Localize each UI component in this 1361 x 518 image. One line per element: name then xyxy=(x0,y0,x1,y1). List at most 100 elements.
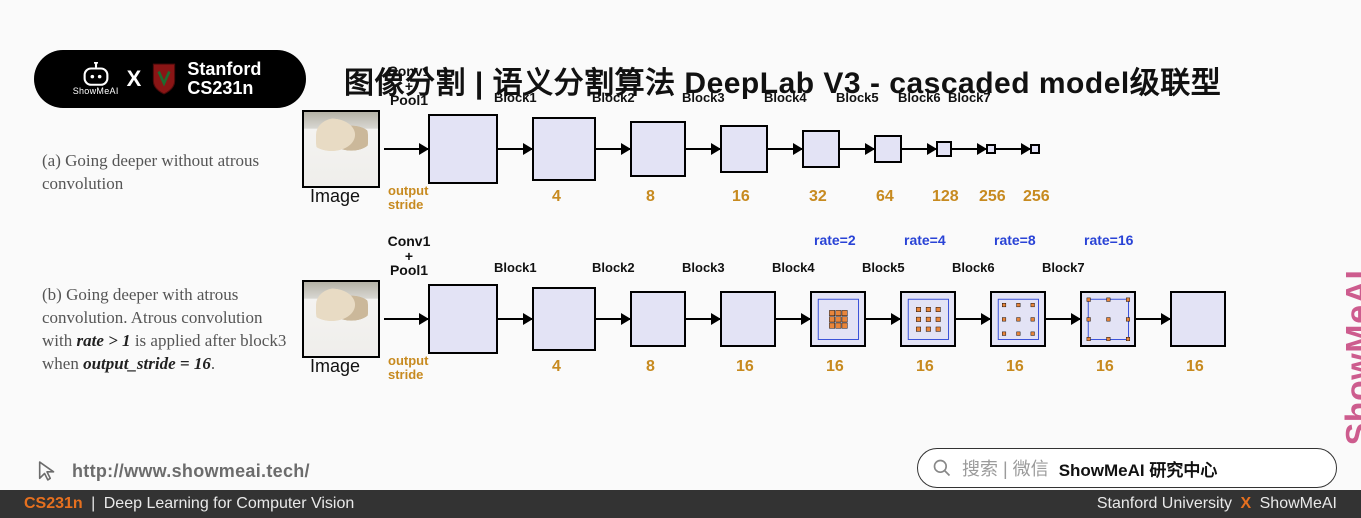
arrow-label-block5: Block5 xyxy=(862,260,905,275)
search-hint: 搜索 | 微信 xyxy=(962,455,1049,481)
output-stride-value: 16 xyxy=(1186,358,1204,376)
arrow xyxy=(952,148,986,150)
output-stride-value: 32 xyxy=(809,188,827,206)
feature-box-7 xyxy=(986,144,996,154)
arrow-label-block1: Block1 xyxy=(494,90,537,105)
feature-box-6 xyxy=(990,291,1046,347)
feature-box-1 xyxy=(532,117,596,181)
arrow-label-block5: Block5 xyxy=(836,90,879,105)
footer-course: CS231n xyxy=(24,495,83,512)
rate-label: rate=4 xyxy=(904,232,946,248)
footer-brand: ShowMeAI xyxy=(1260,495,1337,512)
input-image-label: Image xyxy=(310,186,360,207)
arrow xyxy=(384,318,428,320)
footer-university: Stanford University xyxy=(1097,495,1232,512)
feature-box-2 xyxy=(630,121,686,177)
atrous-grid-icon xyxy=(902,293,954,345)
feature-box-4 xyxy=(802,130,840,168)
arrow xyxy=(596,148,630,150)
caption-b-prefix: (b) xyxy=(42,285,62,304)
site-url[interactable]: http://www.showmeai.tech/ xyxy=(72,461,310,482)
output-stride-label: outputstride xyxy=(388,184,428,211)
wechat-search-pill[interactable]: 搜索 | 微信 ShowMeAI 研究中心 xyxy=(917,448,1337,488)
footer-left: CS231n | Deep Learning for Computer Visi… xyxy=(24,495,354,513)
feature-box-4 xyxy=(810,291,866,347)
feature-box-8 xyxy=(1030,144,1040,154)
output-stride-value: 256 xyxy=(1023,188,1050,206)
output-stride-value: 4 xyxy=(552,358,561,376)
footer-bar: CS231n | Deep Learning for Computer Visi… xyxy=(0,490,1361,518)
stanford-shield-icon xyxy=(151,62,177,96)
arrow xyxy=(596,318,630,320)
arrow xyxy=(866,318,900,320)
output-stride-value: 8 xyxy=(646,358,655,376)
feature-box-2 xyxy=(630,291,686,347)
output-stride-value: 16 xyxy=(1006,358,1024,376)
rate-label: rate=16 xyxy=(1084,232,1133,248)
output-stride-value: 8 xyxy=(646,188,655,206)
arrow xyxy=(840,148,874,150)
arrow xyxy=(498,318,532,320)
input-image xyxy=(302,280,380,358)
arrow xyxy=(956,318,990,320)
arrow xyxy=(776,318,810,320)
rate-label: rate=8 xyxy=(994,232,1036,248)
rate-label: rate=2 xyxy=(814,232,856,248)
arrow xyxy=(686,148,720,150)
caption-a: (a) Going deeper without atrous convolut… xyxy=(42,150,287,196)
output-stride-value: 64 xyxy=(876,188,894,206)
badge-times: X xyxy=(127,66,142,92)
caption-b-body-3: . xyxy=(211,354,215,373)
caption-a-prefix: (a) xyxy=(42,151,61,170)
arrow xyxy=(902,148,936,150)
footer-right: Stanford University X ShowMeAI xyxy=(1097,495,1337,513)
arrow xyxy=(768,148,802,150)
showmeai-logo-icon: ShowMeAI xyxy=(79,62,113,96)
output-stride-value: 256 xyxy=(979,188,1006,206)
diagram-row-a: ImageConv1+Pool1Block1Block2Block3Block4… xyxy=(302,110,1331,235)
output-stride-value: 16 xyxy=(826,358,844,376)
badge-university: Stanford xyxy=(187,60,261,79)
feature-box-0 xyxy=(428,284,498,354)
feature-box-5 xyxy=(874,135,902,163)
caption-b-stride: output_stride = 16 xyxy=(83,354,211,373)
search-account: ShowMeAI 研究中心 xyxy=(1059,456,1218,481)
output-stride-value: 16 xyxy=(736,358,754,376)
slide-title: 图像分割 | 语义分割算法 DeepLab V3 - cascaded mode… xyxy=(344,58,1321,102)
caption-b-rate: rate > 1 xyxy=(76,331,130,350)
search-icon xyxy=(932,458,952,478)
arrow-label-block7: Block7 xyxy=(948,90,991,105)
output-stride-value: 16 xyxy=(1096,358,1114,376)
badge-text: Stanford CS231n xyxy=(187,60,261,98)
footer-x: X xyxy=(1241,495,1252,512)
brand-name: ShowMeAI xyxy=(73,86,119,96)
arrow-label-block2: Block2 xyxy=(592,260,635,275)
output-stride-label: outputstride xyxy=(388,354,428,381)
arrow-label-block3: Block3 xyxy=(682,260,725,275)
atrous-grid-icon xyxy=(812,293,864,345)
arrow xyxy=(1136,318,1170,320)
arrow xyxy=(686,318,720,320)
output-stride-value: 4 xyxy=(552,188,561,206)
feature-box-7 xyxy=(1080,291,1136,347)
feature-box-8 xyxy=(1170,291,1226,347)
output-stride-value: 128 xyxy=(932,188,959,206)
arrow-label-block6: Block6 xyxy=(952,260,995,275)
arrow-label-block7: Block7 xyxy=(1042,260,1085,275)
feature-box-5 xyxy=(900,291,956,347)
arrow-label-block1: Block1 xyxy=(494,260,537,275)
caption-a-body: Going deeper without atrous convolution xyxy=(42,151,259,193)
arrow-label-block4: Block4 xyxy=(772,260,815,275)
footer-course-title: Deep Learning for Computer Vision xyxy=(104,495,355,512)
feature-box-3 xyxy=(720,125,768,173)
arrow xyxy=(1046,318,1080,320)
course-badge: ShowMeAI X Stanford CS231n xyxy=(34,50,306,108)
arrow xyxy=(498,148,532,150)
conv-pool-label: Conv1+Pool1 xyxy=(384,64,434,108)
atrous-grid-icon xyxy=(992,293,1044,345)
feature-box-6 xyxy=(936,141,952,157)
arrow-label-block6: Block6 xyxy=(898,90,941,105)
feature-box-1 xyxy=(532,287,596,351)
input-image-label: Image xyxy=(310,356,360,377)
badge-course-code: CS231n xyxy=(187,79,261,98)
